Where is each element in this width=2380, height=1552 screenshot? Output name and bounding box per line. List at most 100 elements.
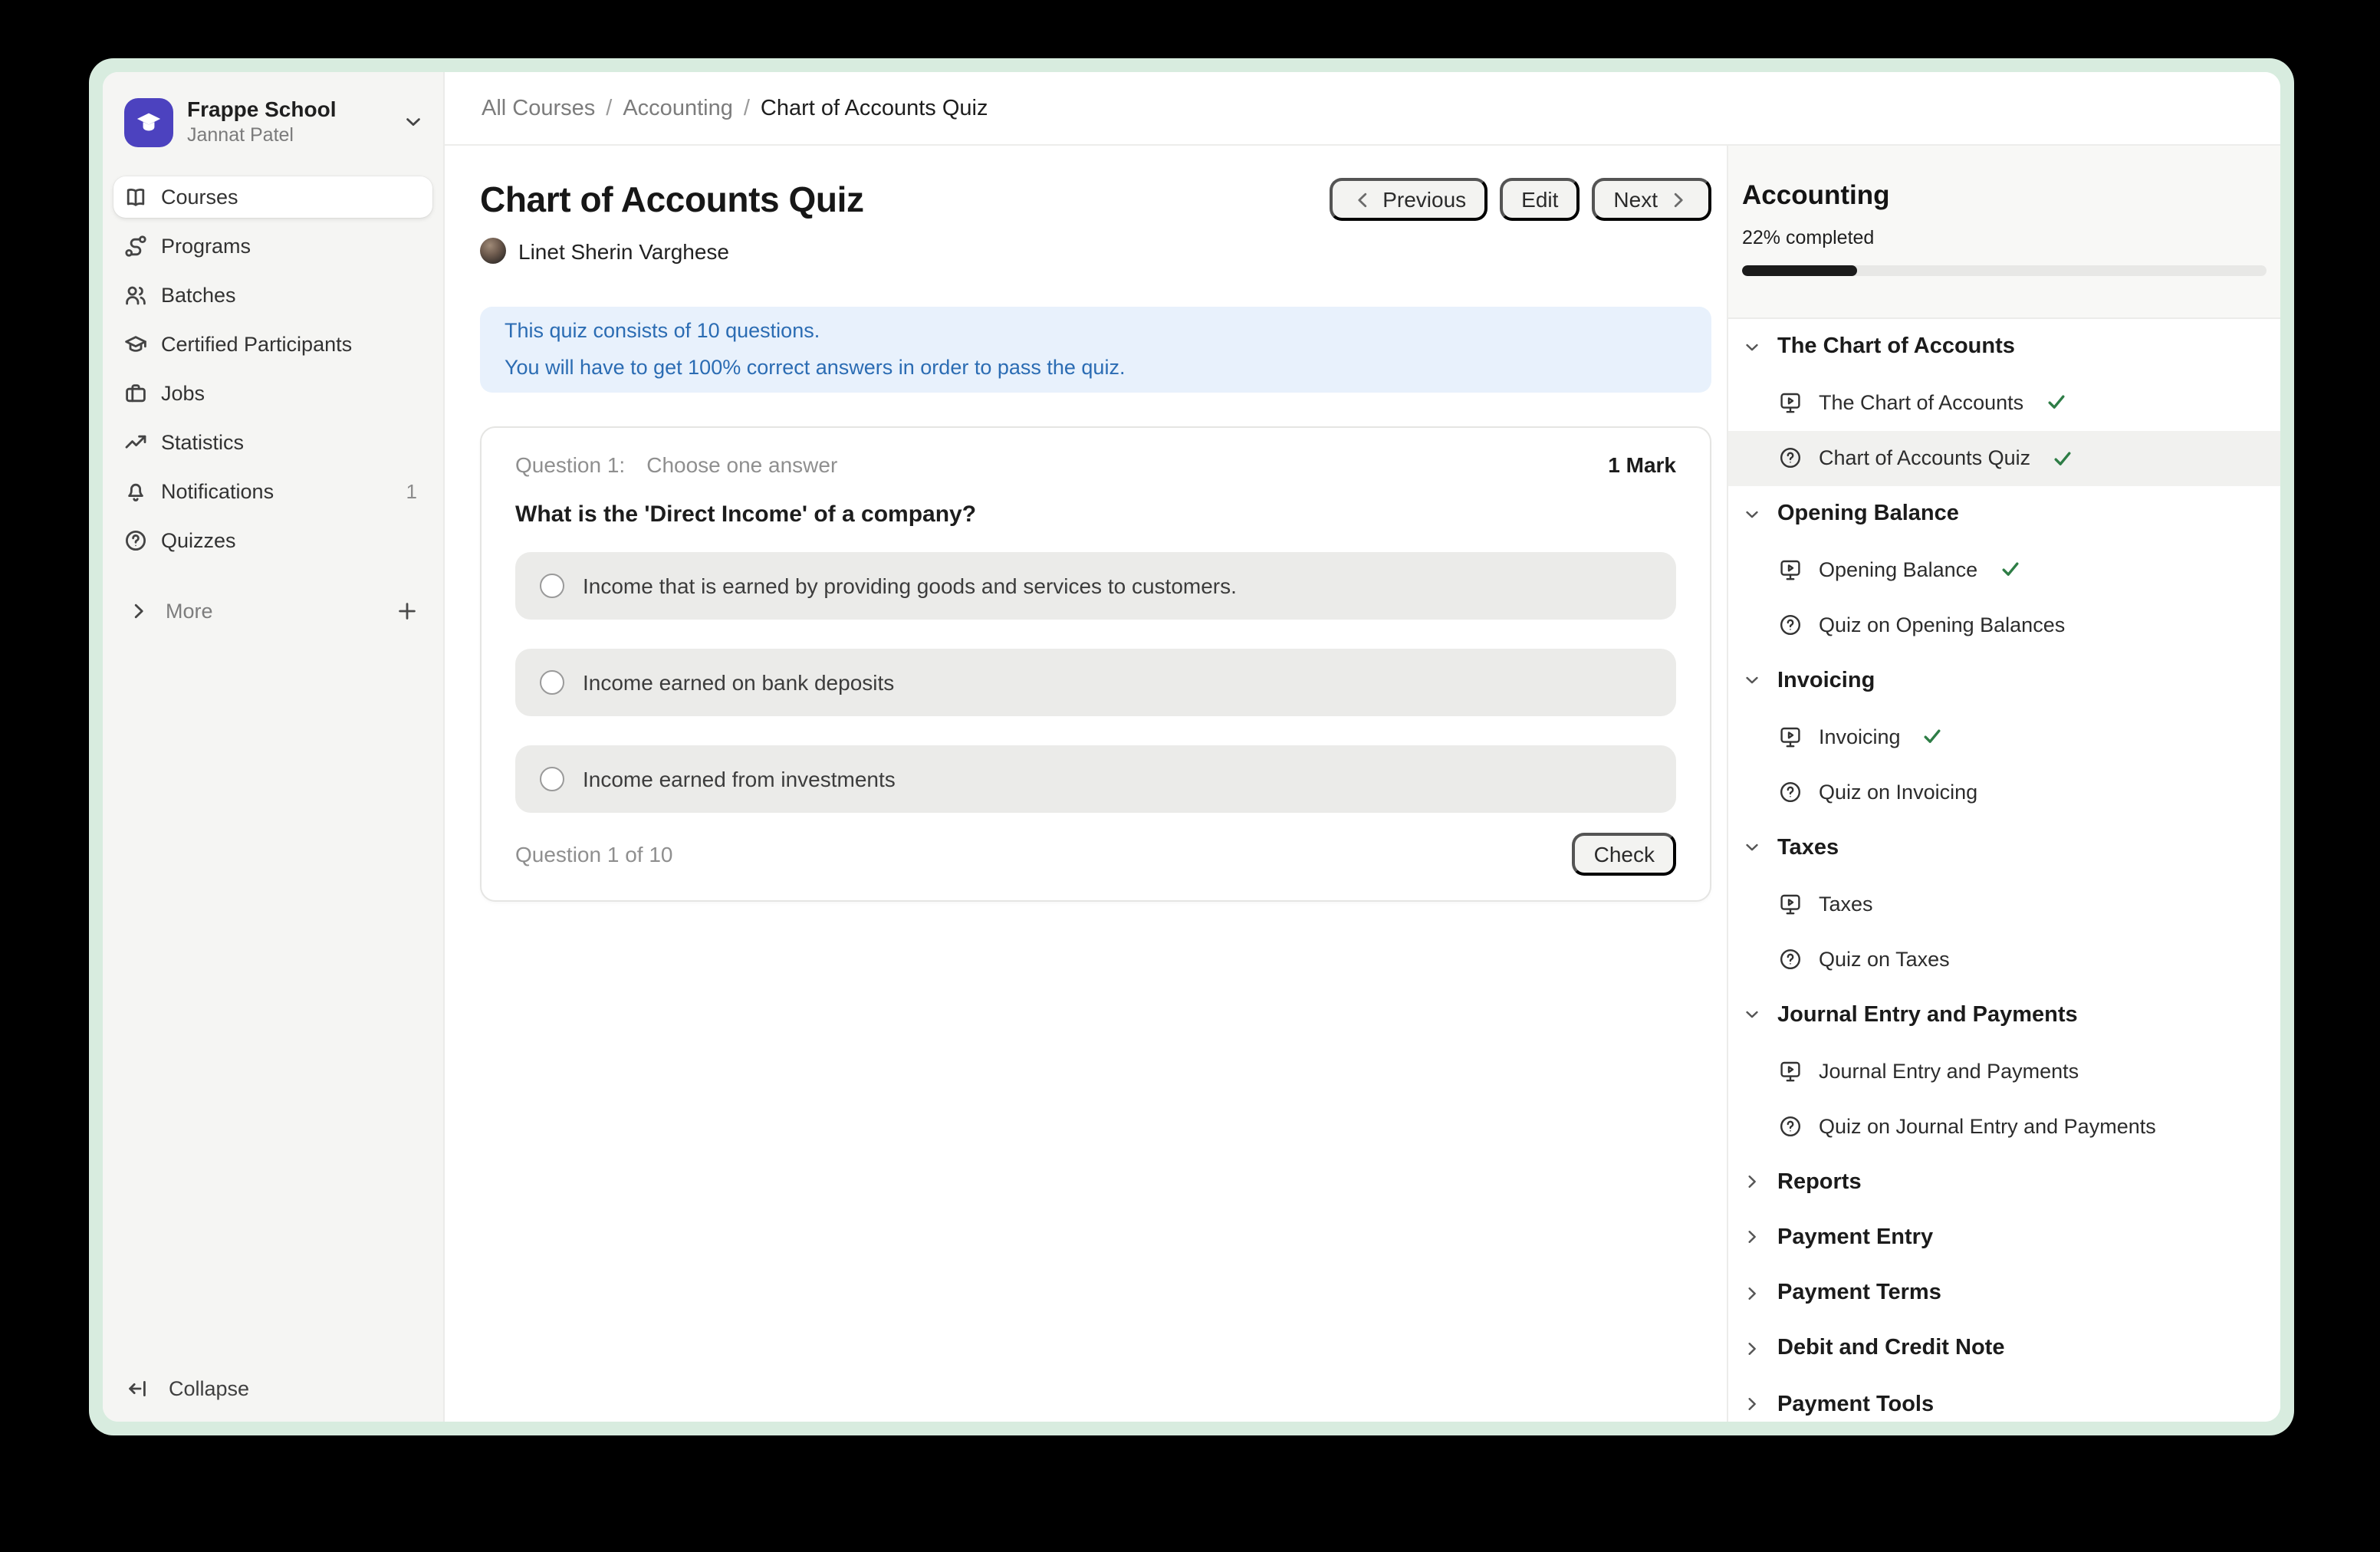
author-avatar bbox=[480, 238, 506, 264]
sidebar-item-label: Jobs bbox=[161, 382, 205, 405]
sidebar-item-statistics[interactable]: Statistics bbox=[113, 422, 432, 463]
sidebar-item-courses[interactable]: Courses bbox=[113, 176, 432, 218]
outline-section-reports[interactable]: Reports bbox=[1728, 1154, 2280, 1210]
app-window-frame: Frappe School Jannat Patel Courses Progra… bbox=[89, 58, 2294, 1435]
radio-button[interactable] bbox=[540, 670, 564, 695]
outline-item-label: Opening Balance bbox=[1819, 558, 1977, 581]
next-button[interactable]: Next bbox=[1592, 178, 1711, 221]
outline-item-label: Journal Entry and Payments bbox=[1819, 1059, 2079, 1082]
outline-section-label: Journal Entry and Payments bbox=[1777, 1002, 2078, 1027]
outline-item-journal-entry-and-payments[interactable]: Journal Entry and Payments bbox=[1728, 1043, 2280, 1099]
answer-option-3[interactable]: Income earned from investments bbox=[515, 745, 1676, 813]
outline-item-quiz-on-invoicing[interactable]: Quiz on Invoicing bbox=[1728, 764, 2280, 820]
workspace-labels: Frappe School Jannat Patel bbox=[187, 97, 388, 147]
left-sidebar: Frappe School Jannat Patel Courses Progra… bbox=[103, 72, 445, 1422]
collapse-sidebar-button[interactable]: Collapse bbox=[103, 1368, 443, 1422]
sidebar-item-label: Courses bbox=[161, 186, 238, 209]
chevron-down-icon bbox=[1742, 1003, 1762, 1026]
edit-button[interactable]: Edit bbox=[1500, 178, 1580, 221]
answer-option-2[interactable]: Income earned on bank deposits bbox=[515, 649, 1676, 716]
outline-section-label: Payment Terms bbox=[1777, 1281, 1941, 1305]
outline-item-opening-balance[interactable]: Opening Balance bbox=[1728, 541, 2280, 597]
screen: Frappe School Jannat Patel Courses Progra… bbox=[0, 0, 2380, 1552]
answer-option-1[interactable]: Income that is earned by providing goods… bbox=[515, 552, 1676, 620]
sidebar-item-quizzes[interactable]: Quizzes bbox=[113, 520, 432, 561]
notification-count-badge: 1 bbox=[406, 480, 422, 503]
outline-item-label: Quiz on Invoicing bbox=[1819, 781, 1977, 804]
previous-label: Previous bbox=[1382, 187, 1466, 212]
outline-section-payment-tools[interactable]: Payment Tools bbox=[1728, 1376, 2280, 1422]
answer-option-label: Income earned from investments bbox=[583, 767, 896, 791]
outline-item-chart-of-accounts-quiz[interactable]: Chart of Accounts Quiz bbox=[1728, 430, 2280, 486]
course-outline-sidebar: Accounting 22% completed The Chart of Ac… bbox=[1727, 146, 2280, 1422]
outline-item-taxes[interactable]: Taxes bbox=[1728, 876, 2280, 932]
sidebar-item-label: Notifications bbox=[161, 480, 274, 503]
outline-section-the-chart-of-accounts[interactable]: The Chart of Accounts bbox=[1728, 319, 2280, 375]
course-progress-fill bbox=[1742, 265, 1857, 276]
answer-option-label: Income earned on bank deposits bbox=[583, 670, 894, 695]
outline-section-label: Opening Balance bbox=[1777, 501, 1959, 526]
graduation-cap-icon bbox=[124, 333, 147, 356]
completed-check-icon bbox=[1921, 724, 1945, 748]
outline-section-payment-entry[interactable]: Payment Entry bbox=[1728, 1210, 2280, 1266]
chevron-right-icon bbox=[1742, 1337, 1762, 1360]
outline-section-payment-terms[interactable]: Payment Terms bbox=[1728, 1265, 2280, 1321]
plus-icon[interactable] bbox=[396, 600, 419, 623]
sidebar-item-certified-participants[interactable]: Certified Participants bbox=[113, 324, 432, 365]
sidebar-item-label: Programs bbox=[161, 235, 251, 258]
outline-section-invoicing[interactable]: Invoicing bbox=[1728, 653, 2280, 709]
book-open-icon bbox=[124, 186, 147, 209]
radio-button[interactable] bbox=[540, 767, 564, 791]
workspace-switcher[interactable]: Frappe School Jannat Patel bbox=[103, 72, 443, 169]
course-outline-header: Accounting 22% completed bbox=[1728, 146, 2280, 319]
chevron-down-icon bbox=[402, 110, 425, 133]
workspace-name: Frappe School bbox=[187, 97, 388, 123]
sidebar-item-programs[interactable]: Programs bbox=[113, 225, 432, 267]
radio-button[interactable] bbox=[540, 574, 564, 598]
quiz-question-icon bbox=[1779, 1115, 1802, 1138]
outline-section-opening-balance[interactable]: Opening Balance bbox=[1728, 486, 2280, 542]
main-content: Chart of Accounts Quiz Linet Sherin Varg… bbox=[445, 146, 1727, 1422]
next-label: Next bbox=[1613, 187, 1658, 212]
outline-section-taxes[interactable]: Taxes bbox=[1728, 820, 2280, 876]
chevron-right-icon bbox=[1742, 1170, 1762, 1193]
completed-check-icon bbox=[2043, 390, 2068, 415]
outline-section-debit-and-credit-note[interactable]: Debit and Credit Note bbox=[1728, 1321, 2280, 1377]
sidebar-item-batches[interactable]: Batches bbox=[113, 275, 432, 316]
frappe-school-logo bbox=[124, 97, 173, 146]
chevron-right-icon bbox=[1742, 1281, 1762, 1304]
content-row: Chart of Accounts Quiz Linet Sherin Varg… bbox=[445, 146, 2280, 1422]
lesson-video-icon bbox=[1779, 391, 1802, 414]
quiz-info-line: This quiz consists of 10 questions. bbox=[505, 313, 1687, 350]
outline-item-quiz-on-opening-balances[interactable]: Quiz on Opening Balances bbox=[1728, 597, 2280, 653]
chevron-right-icon bbox=[1667, 188, 1690, 211]
question-card: Question 1: Choose one answer 1 Mark Wha… bbox=[480, 426, 1711, 902]
outline-section-journal-entry-and-payments[interactable]: Journal Entry and Payments bbox=[1728, 987, 2280, 1043]
outline-section-label: Debit and Credit Note bbox=[1777, 1337, 2004, 1361]
breadcrumb-item-accounting[interactable]: Accounting bbox=[623, 96, 733, 120]
outline-item-label: Quiz on Journal Entry and Payments bbox=[1819, 1115, 2156, 1138]
quiz-question-icon bbox=[1779, 446, 1802, 469]
outline-section-label: Payment Entry bbox=[1777, 1225, 1933, 1250]
previous-button[interactable]: Previous bbox=[1329, 178, 1488, 221]
breadcrumb-item-all-courses[interactable]: All Courses bbox=[482, 96, 595, 120]
chevron-down-icon bbox=[1742, 335, 1762, 358]
course-progress-label: 22% completed bbox=[1742, 225, 2267, 250]
page-header-buttons: Previous Edit Next bbox=[1329, 178, 1711, 221]
sidebar-item-more[interactable]: More bbox=[103, 590, 443, 632]
quiz-question-icon bbox=[1779, 781, 1802, 804]
outline-item-quiz-on-taxes[interactable]: Quiz on Taxes bbox=[1728, 932, 2280, 988]
outline-item-quiz-on-journal-entry-and-payments[interactable]: Quiz on Journal Entry and Payments bbox=[1728, 1098, 2280, 1154]
sidebar-item-label: Quizzes bbox=[161, 529, 236, 552]
sidebar-item-notifications[interactable]: Notifications 1 bbox=[113, 471, 432, 512]
completed-check-icon bbox=[2050, 446, 2075, 470]
outline-section-label: Payment Tools bbox=[1777, 1393, 1934, 1417]
check-button[interactable]: Check bbox=[1573, 833, 1676, 876]
sidebar-item-label: Certified Participants bbox=[161, 333, 352, 356]
outline-item-the-chart-of-accounts[interactable]: The Chart of Accounts bbox=[1728, 375, 2280, 431]
collapse-label: Collapse bbox=[169, 1377, 249, 1400]
outline-item-invoicing[interactable]: Invoicing bbox=[1728, 709, 2280, 764]
lesson-video-icon bbox=[1779, 1059, 1802, 1082]
check-label: Check bbox=[1594, 842, 1655, 866]
sidebar-item-jobs[interactable]: Jobs bbox=[113, 373, 432, 414]
